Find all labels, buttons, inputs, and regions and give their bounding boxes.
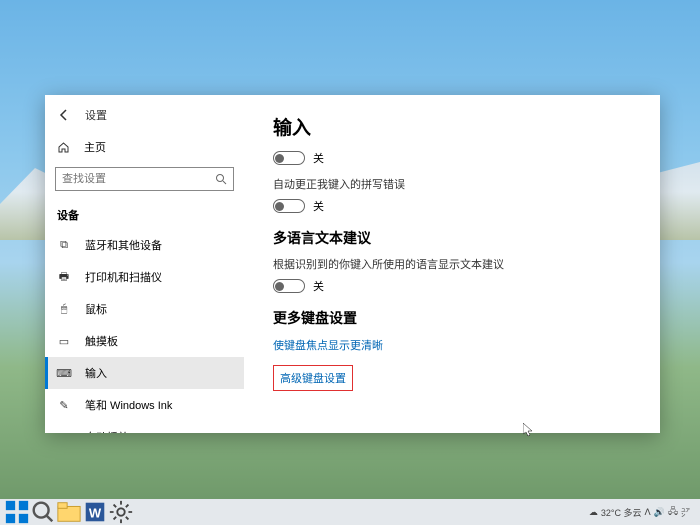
setting-desc: 自动更正我键入的拼写错误 bbox=[273, 176, 632, 192]
nav-typing[interactable]: ⌨ 输入 bbox=[45, 357, 244, 389]
toggle-row: 关 bbox=[273, 150, 632, 166]
taskbar-settings[interactable] bbox=[108, 501, 134, 523]
tray-chevron-icon[interactable]: ᐱ bbox=[645, 507, 651, 518]
printer-icon: 🖶 bbox=[57, 270, 71, 284]
nav-list: ⧉ 蓝牙和其他设备 🖶 打印机和扫描仪 🖱 鼠标 ▭ 触摸板 ⌨ 输入 ✎ 笔和 Windo… bbox=[45, 229, 244, 433]
back-button[interactable] bbox=[57, 108, 71, 122]
nav-label: 笔和 Windows Ink bbox=[85, 397, 172, 413]
system-tray[interactable]: ☁ 32°C 多云 ᐱ 🔊 🖧 ㍐ bbox=[589, 504, 696, 520]
start-button[interactable] bbox=[4, 501, 30, 523]
weather-icon: ☁ bbox=[589, 507, 598, 518]
nav-label: 蓝牙和其他设备 bbox=[85, 237, 162, 253]
setting-desc: 根据识别到的你键入所使用的语言显示文本建议 bbox=[273, 256, 632, 272]
search-icon bbox=[215, 173, 227, 185]
toggle-1[interactable] bbox=[273, 151, 305, 165]
toggle-state: 关 bbox=[313, 150, 324, 166]
content-pane: 输入 关 自动更正我键入的拼写错误 关 多语言文本建议 根据识别到的你键入所使用… bbox=[245, 95, 660, 433]
page-title: 输入 bbox=[273, 113, 632, 140]
svg-text:W: W bbox=[89, 506, 102, 521]
nav-label: 触摸板 bbox=[85, 333, 118, 349]
nav-label: 打印机和扫描仪 bbox=[85, 269, 162, 285]
bluetooth-icon: ⧉ bbox=[57, 238, 71, 252]
nav-autoplay[interactable]: ▷ 自动播放 bbox=[45, 421, 244, 433]
window-header: 设置 bbox=[45, 103, 244, 133]
tray-volume-icon[interactable]: 🔊 bbox=[654, 507, 665, 518]
autoplay-icon: ▷ bbox=[57, 430, 71, 433]
toggle-state: 关 bbox=[313, 198, 324, 214]
touchpad-icon: ▭ bbox=[57, 334, 71, 348]
toggle-2[interactable] bbox=[273, 199, 305, 213]
window-title: 设置 bbox=[85, 107, 107, 123]
taskbar-search[interactable] bbox=[30, 501, 56, 523]
toggle-row: 关 bbox=[273, 278, 632, 294]
nav-bluetooth[interactable]: ⧉ 蓝牙和其他设备 bbox=[45, 229, 244, 261]
pen-icon: ✎ bbox=[57, 398, 71, 412]
nav-touchpad[interactable]: ▭ 触摸板 bbox=[45, 325, 244, 357]
nav-label: 鼠标 bbox=[85, 301, 107, 317]
toggle-knob bbox=[275, 154, 284, 163]
toggle-knob bbox=[275, 202, 284, 211]
nav-label: 输入 bbox=[85, 365, 107, 381]
home-label: 主页 bbox=[84, 139, 106, 155]
section-heading: 多语言文本建议 bbox=[273, 228, 632, 248]
sidebar-home[interactable]: 主页 bbox=[45, 133, 244, 161]
link-focus[interactable]: 使键盘焦点显示更清晰 bbox=[273, 337, 383, 353]
tray-network-icon[interactable]: 🖧 bbox=[668, 504, 678, 520]
taskbar-explorer[interactable] bbox=[56, 501, 82, 523]
weather-text: 32°C 多云 bbox=[601, 506, 642, 519]
home-icon bbox=[57, 141, 70, 154]
toggle-knob bbox=[275, 282, 284, 291]
tray-ime-icon[interactable]: ㍐ bbox=[681, 506, 690, 519]
mouse-icon: 🖱 bbox=[57, 302, 71, 316]
nav-printers[interactable]: 🖶 打印机和扫描仪 bbox=[45, 261, 244, 293]
sidebar: 设置 主页 设备 ⧉ 蓝牙和其他设备 🖶 打印机和扫描仪 🖱 鼠标 ▭ 触摸板 ⌨ 输入 … bbox=[45, 95, 245, 433]
taskbar: W ☁ 32°C 多云 ᐱ 🔊 🖧 ㍐ bbox=[0, 499, 700, 525]
toggle-row: 关 bbox=[273, 198, 632, 214]
link-advanced-keyboard[interactable]: 高级键盘设置 bbox=[280, 370, 346, 386]
category-heading: 设备 bbox=[45, 201, 244, 229]
nav-label: 自动播放 bbox=[85, 429, 129, 433]
nav-mouse[interactable]: 🖱 鼠标 bbox=[45, 293, 244, 325]
toggle-state: 关 bbox=[313, 278, 324, 294]
keyboard-icon: ⌨ bbox=[57, 366, 71, 380]
nav-pen[interactable]: ✎ 笔和 Windows Ink bbox=[45, 389, 244, 421]
settings-window: 设置 主页 设备 ⧉ 蓝牙和其他设备 🖶 打印机和扫描仪 🖱 鼠标 ▭ 触摸板 ⌨ 输入 … bbox=[45, 95, 660, 433]
taskbar-word[interactable]: W bbox=[82, 501, 108, 523]
highlight-box: 高级键盘设置 bbox=[273, 365, 353, 391]
toggle-3[interactable] bbox=[273, 279, 305, 293]
search-input[interactable] bbox=[62, 173, 215, 185]
search-box[interactable] bbox=[55, 167, 234, 191]
section-heading: 更多键盘设置 bbox=[273, 308, 632, 328]
